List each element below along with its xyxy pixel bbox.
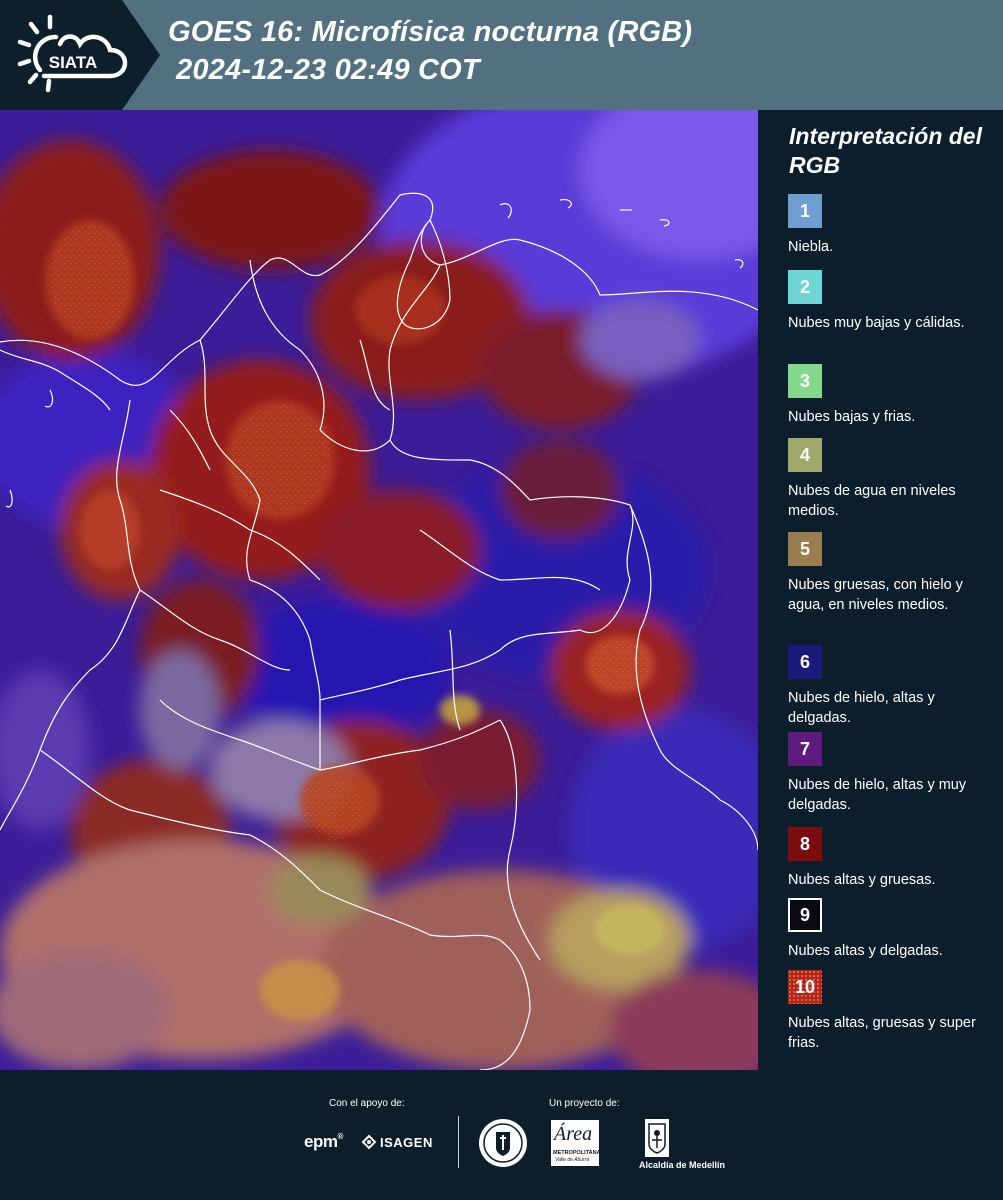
legend-item-4: 4 Nubes de agua en niveles medios. [788,438,993,521]
legend-label: Nubes altas y gruesas. [788,872,936,888]
coat-of-arms-icon [645,1119,669,1157]
university-seal-icon [479,1119,527,1167]
area-logo-word: Área [554,1123,593,1145]
legend-label: Nubes bajas y frias. [788,409,916,425]
legend-number: 4 [799,444,810,465]
legend-item-3: 3 Nubes bajas y frias. [788,364,993,427]
legend-label: Nubes de agua en niveles medios. [788,483,956,519]
satellite-imagery-svg [0,110,758,1070]
legend-label: Nubes de hielo, altas y muy delgadas. [788,777,967,813]
legend-number: 5 [799,538,810,559]
legend-number: 7 [799,738,810,759]
page-title: GOES 16: Microfísica nocturna (RGB) [168,16,693,48]
legend-label: Nubes muy bajas y cálidas. [788,315,965,331]
support-label: Con el apoyo de: [329,1098,405,1109]
isagen-logo: ISAGEN [380,1135,433,1150]
satellite-image [0,110,758,1070]
legend-number: 2 [799,276,810,297]
legend-label: Nubes gruesas, con hielo y agua, en nive… [788,577,963,613]
legend-swatch: 2 [788,270,822,304]
area-logo-sub: METROPOLITANA [553,1150,601,1156]
legend-panel: Interpretación del RGB 1 Niebla. 2 Nubes… [758,110,1003,1070]
legend-title: Interpretación del RGB [789,123,982,178]
legend-swatch: 3 [788,364,822,398]
header-bar: SIATA GOES 16: Microfísica nocturna (RGB… [0,0,1003,110]
siata-logo: SIATA [17,14,128,93]
alcaldia-logo-text: Alcaldía de Medellín [639,1160,726,1170]
epm-logo: epm® [304,1132,343,1151]
legend-swatch: 8 [788,827,822,861]
legend-number: 9 [799,904,810,925]
legend-swatch: 10 [788,970,822,1004]
timestamp: 2024-12-23 02:49 COT [176,54,480,86]
area-logo-sub2: Valle de Aburrá [555,1157,590,1163]
legend-item-7: 7 Nubes de hielo, altas y muy delgadas. [788,732,993,815]
legend-item-2: 2 Nubes muy bajas y cálidas. [788,270,993,333]
legend-item-1: 1 Niebla. [788,194,993,257]
footer-divider [458,1116,459,1168]
legend-swatch: 5 [788,532,822,566]
legend-swatch: 4 [788,438,822,472]
footer: Con el apoyo de: Un proyecto de: epm® IS… [0,1070,1003,1200]
legend-label: Nubes altas, gruesas y super frias. [788,1015,976,1051]
legend-item-5: 5 Nubes gruesas, con hielo y agua, en ni… [788,532,993,615]
isagen-icon [361,1134,377,1150]
legend-item-10: 10 Nubes altas, gruesas y super frias. [788,970,993,1053]
area-metropolitana-logo: Área METROPOLITANA Valle de Aburrá [551,1120,601,1166]
legend-label: Niebla. [788,239,834,255]
legend-swatch: 7 [788,732,822,766]
legend-item-9: 9 Nubes altas y delgadas. [788,898,993,961]
epm-logo-text: epm [304,1132,338,1151]
legend-swatch: 6 [788,645,822,679]
legend-number: 1 [799,200,810,221]
legend-swatch: 1 [788,194,822,228]
siata-logo-text: SIATA [49,53,97,72]
legend-number: 6 [799,651,810,672]
legend-number: 8 [799,833,810,854]
project-label: Un proyecto de: [549,1098,620,1109]
legend-label: Nubes de hielo, altas y delgadas. [788,690,935,726]
legend-number: 10 [794,976,816,997]
legend-swatch: 9 [788,898,822,932]
legend-label: Nubes altas y delgadas. [788,943,943,959]
legend-number: 3 [799,370,810,391]
legend-item-6: 6 Nubes de hielo, altas y delgadas. [788,645,993,728]
legend-item-8: 8 Nubes altas y gruesas. [788,827,993,890]
